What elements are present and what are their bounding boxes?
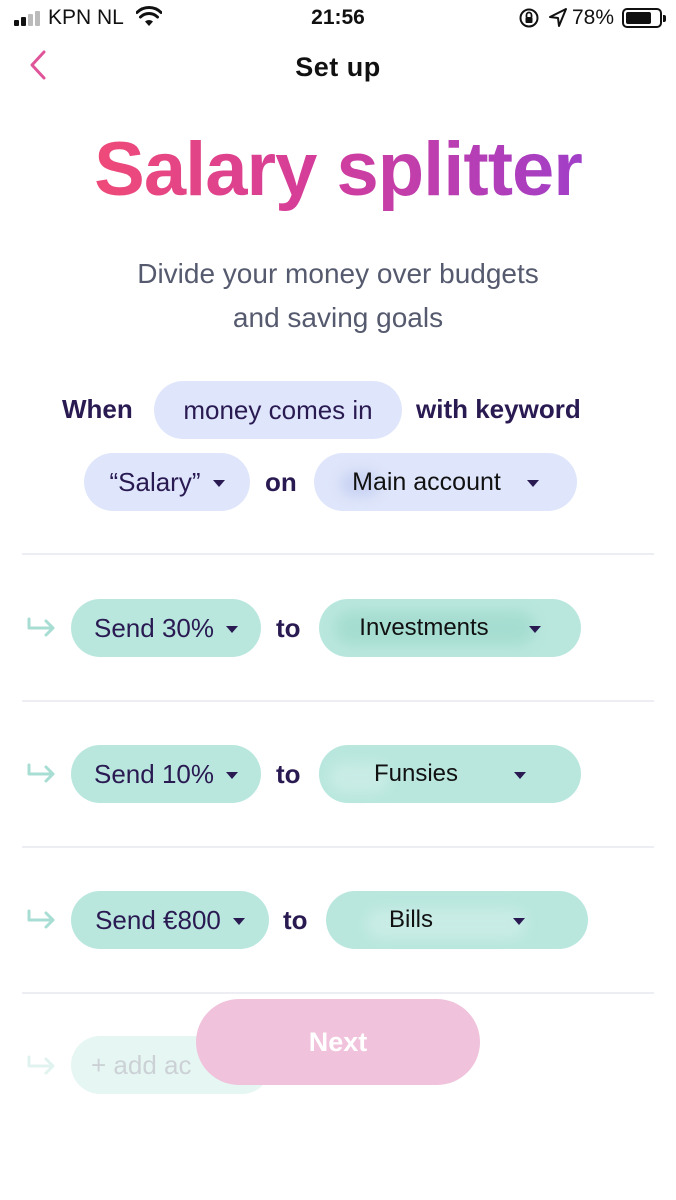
return-arrow-icon [27,763,55,783]
add-account-label: + add ac [91,1049,192,1080]
location-arrow-icon [549,8,567,27]
page-subtitle: Divide your money over budgets and savin… [60,252,616,340]
rule-amount-dropdown[interactable]: Send 10% [71,745,261,803]
battery-icon [622,8,666,28]
keyword-label: with keyword [416,394,581,424]
subtitle-line-2: and saving goals [232,302,444,333]
chevron-down-icon [232,917,245,925]
chevron-down-icon [225,771,238,779]
return-arrow-icon [27,909,55,929]
divider [22,553,654,555]
return-arrow-icon [27,617,55,637]
keyword-value: “Salary” [109,466,201,497]
account-dropdown[interactable]: Main account [314,453,577,511]
divider [22,992,654,994]
chevron-down-icon [528,625,541,633]
rule-amount-value: Send 30% [94,612,214,643]
status-bar: KPN NL 21:56 78% [0,0,676,36]
chevron-down-icon [225,625,238,633]
rule-target-value: Bills [388,906,433,933]
chevron-down-icon [526,479,539,487]
to-label: to [283,905,308,935]
divider [22,846,654,848]
rotation-lock-icon [519,8,539,28]
rule-target-value: Funsies [373,760,459,787]
to-label: to [276,613,301,643]
chevron-down-icon [212,479,225,487]
event-selector[interactable]: money comes in [154,381,402,439]
rule-target-dropdown[interactable]: Investments [319,599,581,657]
rule-amount-value: Send 10% [94,758,214,789]
account-value: Main account [352,467,501,496]
divider [22,700,654,702]
to-label: to [276,759,301,789]
chevron-down-icon [514,771,527,779]
event-selector-label: money comes in [183,394,373,425]
next-button[interactable]: Next [196,999,480,1085]
rule-amount-dropdown[interactable]: Send €800 [71,891,269,949]
rule-amount-value: Send €800 [95,904,221,935]
keyword-dropdown[interactable]: “Salary” [84,453,250,511]
rule-target-dropdown[interactable]: Funsies [319,745,581,803]
on-label: on [265,467,297,497]
rule-target-value: Investments [359,614,489,641]
page-title: Salary splitter [94,127,583,212]
rule-target-dropdown[interactable]: Bills [326,891,588,949]
return-arrow-icon [27,1055,55,1075]
when-label: When [62,394,133,424]
nav-title: Set up [295,52,381,82]
subtitle-line-1: Divide your money over budgets [137,258,539,289]
battery-percentage: 78% [572,6,615,29]
rule-amount-dropdown[interactable]: Send 30% [71,599,261,657]
chevron-down-icon [513,917,525,925]
